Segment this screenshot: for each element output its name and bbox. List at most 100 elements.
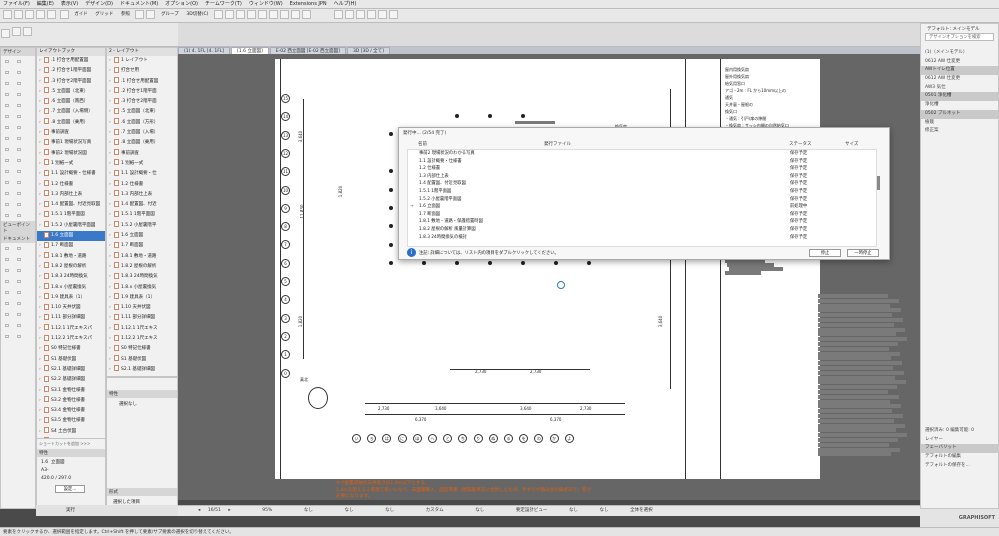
tree-item[interactable]: › 1.5.2 小屋裏階平 [107,221,177,231]
default-edit-item[interactable]: デフォルトの編集 [921,453,999,462]
tool-icon[interactable]: ▫ [2,156,13,166]
tree-item[interactable]: › 1.10 天井伏図 [37,303,105,313]
publish-row[interactable]: 1.4 配置図、付近見取図 保存予定 [408,180,876,188]
layer-icon[interactable] [135,10,145,19]
tree-item[interactable]: › .5 立面図（北東） [37,87,105,97]
tree-item[interactable]: › 1.12.1 1尺エキスパ [37,324,105,334]
prev-page-icon[interactable]: ◂ [198,506,200,516]
tool-icon[interactable]: ▫ [14,112,25,122]
menu-item-9[interactable]: ヘルプ(H) [334,0,357,9]
menu-item-0[interactable]: ファイル(F) [3,0,30,9]
tree-item[interactable]: › 1.10 天井伏図 [107,303,177,313]
tool-icon[interactable]: ▫ [14,321,25,331]
dimension-select[interactable]: なし [475,506,484,516]
tool-icon[interactable]: ▫ [2,79,13,89]
tool-icon[interactable]: ▫ [2,211,13,221]
design-option-item[interactable]: 植栽 [921,119,998,128]
tool-icon[interactable]: ▫ [14,277,25,287]
tree-item[interactable]: › 1.5.1 1階平面図 [107,210,177,220]
tool-icon[interactable]: ▫ [14,244,25,254]
compass-icon[interactable] [23,26,32,36]
tree-item[interactable]: › 事前1 現場状況写真 [37,138,105,148]
publish-row[interactable]: 1.3 内部仕上表 保存予定 [408,173,876,181]
tree-item[interactable]: › S3.5 金物仕様書 [37,416,105,426]
design-option-item[interactable]: AWトイレ位置 [921,66,998,76]
tree-item[interactable]: › .6 立面図（南西） [37,97,105,107]
tool-icon[interactable]: ▫ [14,123,25,133]
publish-row[interactable]: 事前2 現場状況のわかる写真 保存予定 [408,150,876,158]
group-button[interactable]: グループ [161,9,179,20]
trim-icon[interactable] [268,10,278,19]
grid-button[interactable]: グリッド [95,9,113,20]
pen-icon[interactable] [59,10,69,19]
mirror-icon[interactable] [235,10,245,19]
tool-icon[interactable]: ▫ [2,321,13,331]
3d-toggle-button[interactable]: 3D切替(C) [186,9,208,20]
tree-item[interactable]: › S3.1 金物仕様書 [37,386,105,396]
tree-item[interactable]: › 1.6 立面図 [37,231,105,242]
run-button[interactable]: 実行 [36,505,178,516]
select-all-button[interactable]: 全体を選択 [630,506,653,516]
tool-icon[interactable]: ▫ [14,68,25,78]
tool-icon[interactable]: ▫ [2,299,13,309]
tool-icon[interactable]: ▫ [14,200,25,210]
design-option-item[interactable]: (1)（メインモデル） [921,49,998,58]
tool-icon[interactable]: ▫ [14,156,25,166]
tool-icon[interactable]: ▫ [2,101,13,111]
tree-item[interactable]: › S4 土台伏図 [37,427,105,437]
tool-icon[interactable]: ▫ [2,255,13,265]
layout-tab-selector[interactable]: 2 - レイアウト [107,48,177,56]
menu-item-1[interactable]: 編集(E) [37,0,54,9]
next-page-icon[interactable]: ▸ [228,506,230,516]
partial-structure-select[interactable]: なし [569,506,578,516]
tool-icon[interactable]: ▫ [2,57,13,67]
tool-icon[interactable]: ▫ [2,90,13,100]
scale-select[interactable]: カスタム [426,506,444,516]
shortcut-link[interactable]: ショートカットを追加 >>> [37,439,105,449]
list-scrollbar[interactable] [877,176,880,190]
print-icon[interactable] [25,10,34,19]
tree-item[interactable]: › 1.1 設計概要・仕 [107,169,177,179]
tree-item[interactable]: › 1.5.2 小屋裏階平面図 [37,221,105,231]
design-option-item[interactable]: 0612 AW 仕変更 [921,58,998,67]
tool-icon[interactable]: ▫ [14,310,25,320]
tree-item[interactable]: › 1.3 内部仕上表 [37,190,105,200]
tree-item[interactable]: › 事前調査 [107,149,177,159]
design-option-item[interactable]: 0501 浄化槽 [921,92,998,102]
magnet-icon[interactable] [146,10,156,19]
zoom-out-icon[interactable] [344,10,354,19]
zoom-level[interactable]: 95% [262,506,272,516]
default-save-item[interactable]: デフォルトの保存を... [921,462,999,471]
tree-item[interactable]: › 1 別紙一式 [107,159,177,169]
design-option-item[interactable]: 0612 AW 仕変更 [921,75,998,84]
publish-row[interactable]: 1.8.2 屋根の解析 風量計算図 保存予定 [408,226,876,234]
tool-icon[interactable]: ▫ [14,299,25,309]
publish-row[interactable]: 1.8.3 24時間換気の検討 保存予定 [408,234,876,242]
design-option-item[interactable]: AW3 気仕 [921,84,998,93]
menu-item-4[interactable]: ドキュメント(M) [120,0,158,9]
tool-icon[interactable]: ▫ [2,112,13,122]
tree-item[interactable]: › 1.8.3 24時間換気 [37,272,105,282]
rotate-icon[interactable] [224,10,234,19]
tree-item[interactable]: › 1.8.x 小屋裏換気 [37,283,105,293]
tool-icon[interactable]: ▫ [2,310,13,320]
tool-icon[interactable]: ▫ [14,79,25,89]
tree-item[interactable]: › 1.11 部分詳細図 [37,313,105,323]
design-option-item[interactable]: 浄化槽 [921,101,998,110]
arrow-tool-icon[interactable] [1,29,10,38]
publish-row[interactable]: 1.5.1 1階平面図 保存予定 [408,188,876,196]
tree-item[interactable]: › S0 特記仕様書 [37,344,105,354]
tree-item[interactable]: › 1.7 断面図 [107,241,177,251]
tool-icon[interactable]: ▫ [2,68,13,78]
pan-icon[interactable] [366,10,376,19]
publish-row[interactable]: 1.1 設計概要・仕様書 保存予定 [408,158,876,166]
tree-item[interactable]: › 1 レイアウト [107,56,177,66]
tree-item[interactable]: › 1.1 設計概要・仕様書 [37,169,105,179]
tree-item[interactable]: › 1.8.x 小屋裏換気 [107,283,177,293]
tool-icon[interactable]: ▫ [14,90,25,100]
tree-item[interactable]: › 1.2 仕様書 [37,180,105,190]
tree-item[interactable]: › .1 打合せ用配置図 [107,77,177,87]
marquee-icon[interactable] [12,26,21,36]
tool-icon[interactable]: ▫ [2,167,13,177]
col-status[interactable]: ステータス [789,141,812,147]
